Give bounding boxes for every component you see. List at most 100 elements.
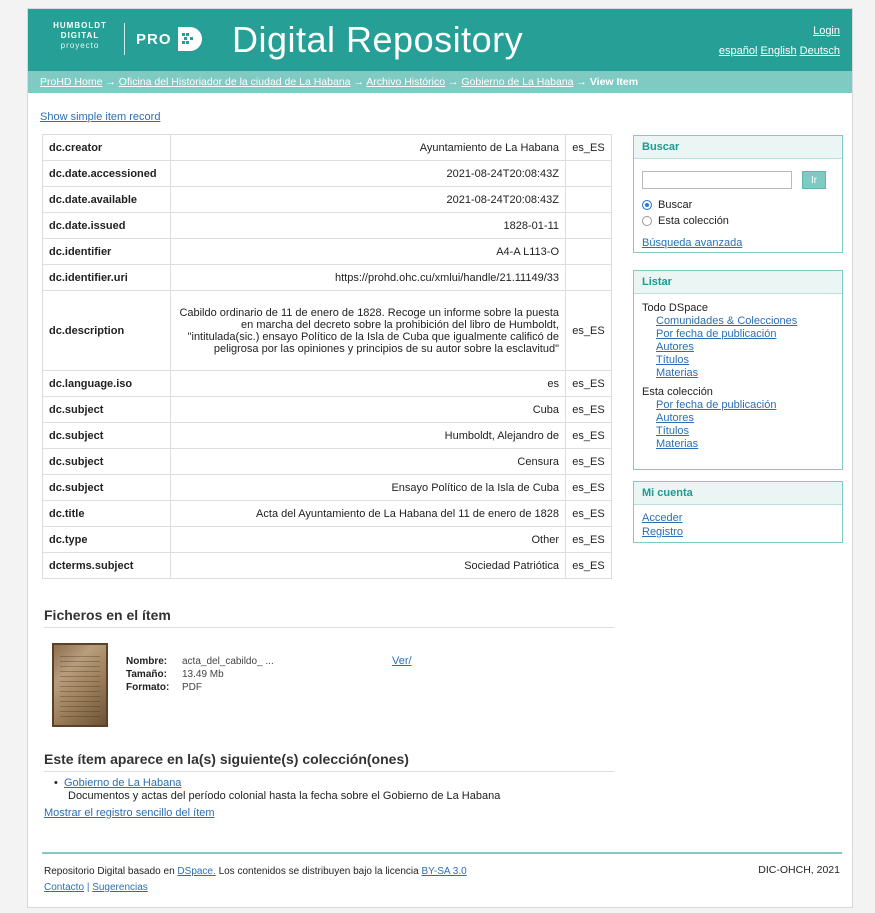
breadcrumb-arrow: →: [105, 76, 116, 88]
metadata-value: Cuba: [170, 396, 566, 423]
metadata-key: dc.subject: [42, 448, 171, 475]
login-acceder-link[interactable]: Acceder: [642, 511, 834, 525]
footer-left: Repositorio Digital basado en DSpace. Lo…: [44, 864, 467, 896]
metadata-key: dc.description: [42, 290, 171, 371]
scope-option-label: Esta colección: [658, 215, 729, 227]
lang-en-link[interactable]: English: [761, 45, 797, 57]
metadata-table: dc.creator Ayuntamiento de La Habana es_ES…: [42, 134, 612, 579]
breadcrumb-arrow: →: [447, 76, 459, 88]
account-box: Mi cuenta Acceder Registro: [633, 481, 843, 543]
dspace-link[interactable]: DSpace.: [177, 866, 215, 877]
breadcrumb-arrow: →: [353, 76, 364, 88]
search-input[interactable]: [642, 171, 792, 189]
table-row: dcterms.subject Sociedad Patriótica es_ES: [42, 552, 612, 579]
metadata-key: dc.identifier.uri: [42, 264, 171, 291]
collection-by-date-link[interactable]: Por fecha de publicación: [642, 399, 834, 412]
list-item: • Gobierno de La Habana: [54, 777, 500, 790]
footer-prefix: Repositorio Digital basado en: [44, 866, 175, 877]
table-row: dc.identifier.uri https://prohd.ohc.cu/xm…: [42, 264, 612, 291]
metadata-lang: [565, 264, 612, 291]
lang-es-link[interactable]: español: [719, 45, 758, 57]
breadcrumb-archivo[interactable]: Archivo Histórico: [366, 76, 445, 88]
file-name-label: Nombre:: [126, 656, 168, 667]
browse-communities-link[interactable]: Comunidades & Colecciones: [642, 315, 834, 328]
license-link[interactable]: BY-SA 3.0: [421, 866, 466, 877]
prohd-hd-icon: [178, 27, 202, 51]
logo-line2: DIGITAL: [60, 31, 100, 40]
search-box: Buscar Ir Buscar Esta colección Búsqueda…: [633, 135, 843, 253]
metadata-value: 1828-01-11: [170, 212, 566, 239]
show-simple-record-bottom-link[interactable]: Mostrar el registro sencillo del ítem: [44, 807, 215, 819]
browse-collection-title: Esta colección: [642, 386, 713, 398]
metadata-value: https://prohd.ohc.cu/xmlui/handle/21.111…: [170, 264, 566, 291]
file-thumbnail[interactable]: [52, 643, 108, 727]
metadata-key: dc.date.accessioned: [42, 160, 171, 187]
scope-option-coleccion[interactable]: Esta colección: [642, 215, 834, 227]
footer-divider: [42, 852, 842, 854]
login-link[interactable]: Login: [813, 25, 840, 37]
page: HUMBOLDT DIGITAL proyecto PRO Digital Re…: [27, 8, 853, 908]
metadata-value: Acta del Ayuntamiento de La Habana del 1…: [170, 500, 566, 527]
contact-link[interactable]: Contacto: [44, 882, 84, 893]
table-row: dc.language.iso es es_ES: [42, 370, 612, 397]
bullet-icon: •: [54, 777, 58, 789]
feedback-link[interactable]: Sugerencias: [92, 882, 148, 893]
metadata-key: dc.creator: [42, 134, 171, 161]
table-row: dc.type Other es_ES: [42, 526, 612, 553]
breadcrumb-oficina[interactable]: Oficina del Historiador de la ciudad de …: [119, 76, 351, 88]
browse-by-date-link[interactable]: Por fecha de publicación: [642, 328, 834, 341]
advanced-search-link[interactable]: Búsqueda avanzada: [642, 237, 834, 249]
logo-line3: proyecto: [60, 41, 100, 50]
browse-box: Listar Todo DSpace Comunidades & Colecci…: [633, 270, 843, 470]
logo-divider: [124, 23, 125, 55]
register-link[interactable]: Registro: [642, 525, 834, 539]
breadcrumb-gobierno[interactable]: Gobierno de La Habana: [461, 76, 573, 88]
table-row: dc.description Cabildo ordinario de 11 de…: [42, 290, 612, 371]
logo-line1: HUMBOLDT: [53, 21, 107, 30]
view-file-link[interactable]: Ver/: [392, 655, 412, 667]
metadata-value: Sociedad Patriótica: [170, 552, 566, 579]
metadata-key: dc.subject: [42, 396, 171, 423]
collection-description: Documentos y actas del período colonial …: [68, 790, 501, 802]
table-row: dc.subject Cuba es_ES: [42, 396, 612, 423]
metadata-key: dc.date.issued: [42, 212, 171, 239]
metadata-lang: es_ES: [565, 500, 612, 527]
scope-option-buscar[interactable]: Buscar: [642, 199, 834, 211]
metadata-lang: [565, 212, 612, 239]
collection-link[interactable]: Gobierno de La Habana: [64, 777, 181, 789]
radio-unselected-icon[interactable]: [642, 216, 652, 226]
collection-titles-link[interactable]: Títulos: [642, 425, 834, 438]
scope-option-label: Buscar: [658, 199, 693, 211]
radio-selected-icon[interactable]: [642, 200, 652, 210]
lang-de-link[interactable]: Deutsch: [800, 45, 840, 57]
metadata-value: Ayuntamiento de La Habana: [170, 134, 566, 161]
browse-authors-link[interactable]: Autores: [642, 341, 834, 354]
metadata-value: 2021-08-24T20:08:43Z: [170, 160, 566, 187]
collection-subjects-link[interactable]: Materias: [642, 438, 834, 451]
browse-all-title: Todo DSpace: [642, 302, 709, 314]
search-go-button[interactable]: Ir: [802, 171, 826, 189]
metadata-key: dc.identifier: [42, 238, 171, 265]
table-row: dc.date.issued 1828-01-11: [42, 212, 612, 239]
footer-separator: |: [86, 882, 90, 893]
file-format-label: Formato:: [126, 682, 170, 693]
browse-subjects-link[interactable]: Materias: [642, 367, 834, 380]
metadata-lang: es_ES: [565, 474, 612, 501]
site-header: HUMBOLDT DIGITAL proyecto PRO Digital Re…: [28, 9, 852, 71]
collection-authors-link[interactable]: Autores: [642, 412, 834, 425]
browse-titles-link[interactable]: Títulos: [642, 354, 834, 367]
table-row: dc.subject Ensayo Político de la Isla de …: [42, 474, 612, 501]
metadata-lang: es_ES: [565, 290, 612, 371]
breadcrumb-home[interactable]: ProHD Home: [40, 76, 102, 88]
file-info: Nombre: acta_del_cabildo_ ... Tamaño: 13.4…: [126, 655, 274, 694]
humboldt-digital-logo[interactable]: HUMBOLDT DIGITAL proyecto: [42, 21, 118, 51]
files-section-title: Ficheros en el ítem: [44, 607, 614, 628]
site-title: Digital Repository: [232, 19, 524, 60]
metadata-lang: es_ES: [565, 526, 612, 553]
show-simple-item-record-link[interactable]: Show simple item record: [40, 111, 160, 123]
footer-license-text: Los contenidos se distribuyen bajo la li…: [218, 866, 419, 877]
breadcrumb: ProHD Home → Oficina del Historiador de …: [28, 71, 852, 93]
metadata-lang: es_ES: [565, 134, 612, 161]
pro-label: PRO: [136, 31, 172, 48]
table-row: dc.date.available 2021-08-24T20:08:43Z: [42, 186, 612, 213]
